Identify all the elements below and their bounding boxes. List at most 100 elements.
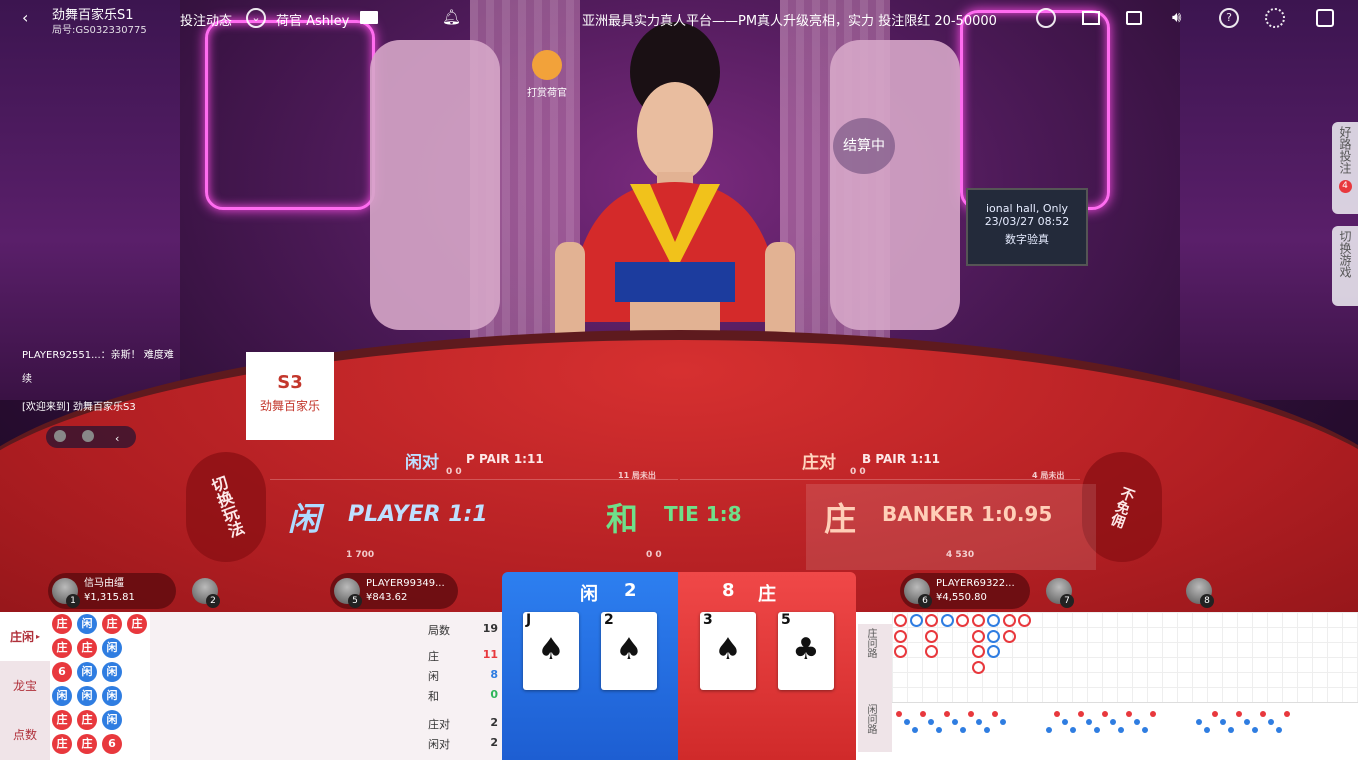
table-badge-name: 劲舞百家乐 — [259, 399, 320, 413]
card-suit: ♠ — [714, 632, 742, 667]
seat-5[interactable]: 5 PLAYER99349... ¥843.62 — [330, 573, 458, 609]
bead-road-cell: 庄 — [102, 614, 122, 634]
seat-player-amount: ¥4,550.80 — [936, 592, 987, 603]
chat-line-2: [欢迎来到] 劲舞百家乐S3 — [22, 402, 136, 413]
big-road-mark — [1018, 614, 1031, 627]
derived-road-dot — [944, 711, 950, 717]
video-icon[interactable] — [1082, 11, 1100, 25]
tip-dealer-button[interactable]: 打赏荷官 — [522, 50, 572, 99]
derived-road-dot — [976, 719, 982, 725]
banker-result-label: 庄 — [758, 584, 776, 605]
player-stats: 1 700 — [346, 550, 375, 560]
sign-line1: ional hall, Only — [985, 202, 1069, 215]
sign-time: 08:52 — [1037, 215, 1070, 228]
derived-road-dot — [1244, 719, 1250, 725]
good-road-bet-button[interactable]: 好路投注 4 — [1332, 122, 1358, 214]
collapse-icon[interactable]: ‹ — [115, 432, 119, 445]
neon-lingerie-sign — [960, 10, 1110, 210]
left-wall — [0, 0, 180, 400]
big-road-mark — [987, 645, 1000, 658]
banker-unwin: 4 局未出 — [1032, 471, 1065, 480]
bell-icon[interactable]: 🔔︎ — [442, 8, 461, 26]
tie-bet[interactable]: 和 TIE 1:8 0 0 — [548, 482, 802, 570]
seat-info: PLAYER69322... ¥4,550.80 — [936, 577, 1015, 605]
stat-banker: 庄 11 — [428, 648, 498, 664]
tie-cn: 和 — [606, 500, 639, 538]
banker-ask-road-button[interactable]: 庄问路 — [858, 624, 892, 708]
sound-icon[interactable]: 🔊︎ — [1172, 8, 1181, 26]
stat-banker-pair: 庄对 2 — [428, 716, 498, 732]
emoji-icon[interactable] — [54, 430, 66, 442]
bead-road-cell: 庄 — [127, 614, 147, 634]
banker-pair-en: B PAIR 1:11 — [862, 452, 941, 466]
big-road-mark — [987, 614, 1000, 627]
banker-pair-stats: 0 0 — [850, 467, 866, 477]
seat-1[interactable]: 1 信马由缰 ¥1,315.81 — [48, 573, 176, 609]
seat-6[interactable]: 6 PLAYER69322... ¥4,550.80 — [900, 573, 1030, 609]
player-pair-bet[interactable]: 闲对 P PAIR 1:11 0 0 11 局未出 — [270, 446, 678, 480]
sign-date: 23/03/27 — [984, 215, 1035, 228]
dealer-figure — [555, 22, 795, 352]
marquee-text: 亚洲最具实力真人平台——PM真人升级亮相，实力 投注限红 20-50000 — [582, 14, 997, 29]
clock-icon[interactable] — [1036, 8, 1056, 28]
big-road-mark — [894, 614, 907, 627]
settling-status: 结算中 — [833, 118, 895, 174]
bead-road-cell: 闲 — [52, 686, 72, 706]
tab-banker-player[interactable]: 庄闲 ▸ — [0, 612, 50, 661]
seat-2[interactable]: 2 — [188, 573, 228, 609]
banker-ask-label: 庄问路 — [865, 628, 876, 658]
gear-icon[interactable] — [1265, 8, 1285, 28]
game-id-value: GS032330775 — [75, 25, 147, 36]
fullscreen-icon[interactable] — [1316, 9, 1334, 27]
dealer-label: 荷官 Ashley — [276, 14, 350, 29]
tab-points[interactable]: 点数 — [0, 710, 50, 759]
seat-player-amount: ¥1,315.81 — [84, 592, 135, 603]
card-rank: 5 — [781, 612, 791, 628]
info-sign: ional hall, Only 23/03/27 08:52 数字验真 — [966, 188, 1088, 266]
avatar: 1 — [52, 578, 80, 608]
stat-label: 闲 — [428, 670, 439, 683]
player-pair-en: P PAIR 1:11 — [466, 452, 544, 466]
derived-road-dot — [1204, 727, 1210, 733]
bead-road-cell: 庄 — [52, 734, 72, 754]
derived-road-dot — [1134, 719, 1140, 725]
bet-feed-button[interactable]: 投注动态 — [180, 10, 232, 29]
card-rank: J — [526, 612, 532, 628]
chat-icon[interactable] — [81, 430, 94, 442]
chat-controls[interactable]: ‹ — [46, 426, 136, 448]
big-road-mark — [894, 629, 907, 643]
player-ask-road-button[interactable]: 闲问路 — [858, 702, 892, 752]
banker-stats: 4 530 — [946, 550, 975, 560]
player-ask-label: 闲问路 — [865, 704, 876, 734]
help-icon[interactable]: ? — [1219, 8, 1239, 28]
big-road-grid — [892, 612, 1358, 702]
bead-road-cell: 庄 — [77, 734, 97, 754]
derived-road-grid — [892, 702, 1358, 760]
avatar: 8 — [1186, 578, 1214, 608]
stat-label: 庄对 — [428, 718, 450, 731]
derived-road-dot — [936, 727, 942, 733]
screen-icon[interactable] — [1126, 11, 1142, 25]
table-badge-code: S3 — [277, 372, 303, 393]
korea-flag-icon — [360, 11, 378, 24]
stat-label: 和 — [428, 690, 439, 703]
switch-table-button[interactable]: 切换游戏 — [1332, 226, 1358, 306]
banker-bet[interactable]: 庄 BANKER 1:0.95 4 530 — [806, 484, 1096, 570]
stat-player: 闲8 — [428, 668, 498, 684]
tab-dragon-bonus[interactable]: 龙宝 — [0, 661, 50, 710]
player-bet[interactable]: 闲 PLAYER 1:1 1 700 — [250, 482, 546, 570]
banker-pair-bet[interactable]: 庄对 B PAIR 1:11 0 0 4 局未出 — [680, 446, 1080, 480]
bead-road-cell: 庄 — [52, 710, 72, 730]
derived-road-dot — [896, 711, 902, 717]
tie-stats: 0 0 — [646, 550, 662, 560]
seat-7[interactable]: 7 — [1042, 573, 1082, 609]
derived-road-dot — [984, 727, 990, 733]
back-icon[interactable]: ‹ — [22, 8, 28, 27]
stat-tie: 和0 — [428, 688, 498, 704]
player-score: 2 — [624, 580, 637, 601]
switch-play-label: 切换玩法 — [206, 473, 247, 541]
seat-8[interactable]: 8 — [1182, 573, 1222, 609]
tab-label: 龙宝 — [12, 679, 37, 693]
chevron-down-icon[interactable]: ⌄ — [246, 8, 266, 28]
verify-button[interactable]: 数字验真 — [968, 231, 1086, 247]
